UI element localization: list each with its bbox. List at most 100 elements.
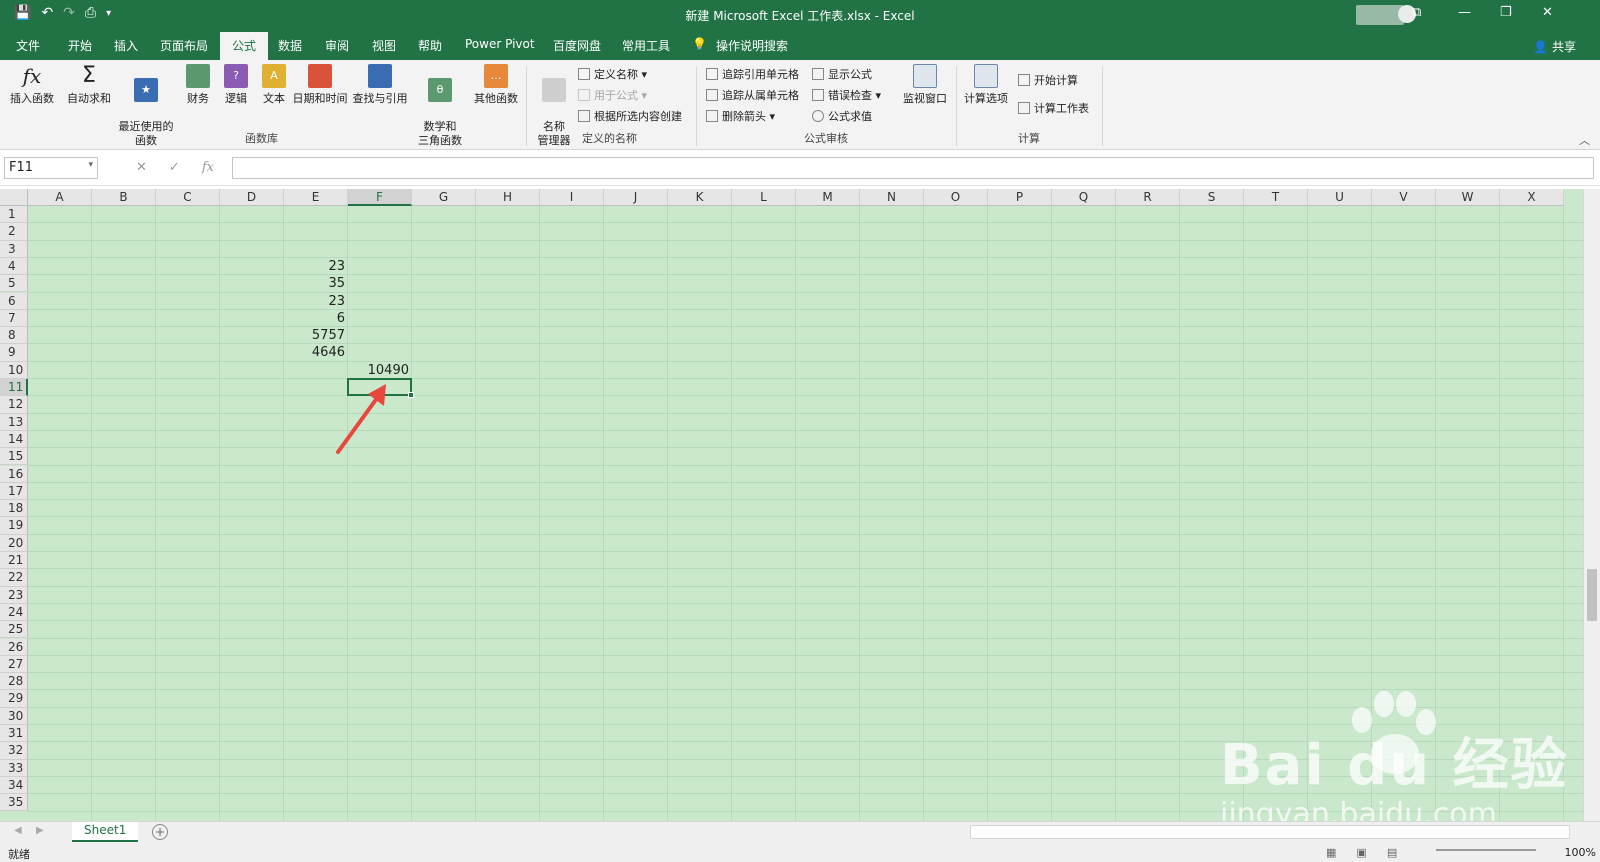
row-header-15[interactable]: 15 bbox=[0, 448, 28, 466]
row-header-18[interactable]: 18 bbox=[0, 500, 28, 518]
row-header-13[interactable]: 13 bbox=[0, 413, 28, 431]
tab-home[interactable]: 开始 bbox=[68, 37, 92, 54]
autosum-button[interactable]: Σ 自动求和 bbox=[64, 64, 114, 106]
define-name-button[interactable]: 定义名称 ▾ bbox=[578, 66, 647, 82]
select-all-corner[interactable] bbox=[0, 189, 28, 206]
tab-formulas[interactable]: 公式 bbox=[220, 32, 269, 60]
sheet-tab-sheet1[interactable]: Sheet1 bbox=[72, 822, 139, 842]
column-header-u[interactable]: U bbox=[1308, 189, 1372, 206]
show-formulas-button[interactable]: 显示公式 bbox=[812, 66, 872, 82]
name-box-dropdown-icon[interactable]: ▾ bbox=[88, 160, 93, 170]
share-button[interactable]: 👤 共享 bbox=[1533, 38, 1576, 55]
row-header-32[interactable]: 32 bbox=[0, 742, 28, 760]
column-header-h[interactable]: H bbox=[476, 189, 540, 206]
vertical-scrollbar[interactable] bbox=[1583, 189, 1600, 821]
row-header-29[interactable]: 29 bbox=[0, 690, 28, 708]
tab-help[interactable]: 帮助 bbox=[418, 37, 442, 54]
ribbon-display-options-icon[interactable]: ⧉ bbox=[1412, 5, 1421, 20]
column-header-v[interactable]: V bbox=[1372, 189, 1436, 206]
tab-data[interactable]: 数据 bbox=[278, 37, 302, 54]
sheet-scroll-right-icon[interactable]: ▶ bbox=[36, 825, 44, 836]
tab-page-layout[interactable]: 页面布局 bbox=[160, 37, 208, 54]
row-header-12[interactable]: 12 bbox=[0, 396, 28, 414]
trace-dependents-button[interactable]: 追踪从属单元格 bbox=[706, 87, 799, 103]
column-header-j[interactable]: J bbox=[604, 189, 668, 206]
collapse-ribbon-icon[interactable]: ︿ bbox=[1579, 132, 1590, 148]
row-header-5[interactable]: 5 bbox=[0, 275, 28, 293]
column-header-x[interactable]: X bbox=[1500, 189, 1564, 206]
tab-file[interactable]: 文件 bbox=[16, 37, 40, 54]
row-header-14[interactable]: 14 bbox=[0, 430, 28, 449]
row-header-7[interactable]: 7 bbox=[0, 309, 28, 328]
watch-window-button[interactable]: 监视窗口 bbox=[900, 64, 950, 106]
financial-button[interactable]: 财务 bbox=[180, 64, 216, 106]
cell-e4[interactable]: 23 bbox=[284, 258, 348, 275]
page-layout-view-icon[interactable]: ▣ bbox=[1356, 846, 1366, 859]
row-header-30[interactable]: 30 bbox=[0, 707, 28, 725]
close-icon[interactable]: ✕ bbox=[1542, 5, 1553, 20]
tab-insert[interactable]: 插入 bbox=[114, 37, 138, 54]
column-header-i[interactable]: I bbox=[540, 189, 604, 206]
name-manager-button[interactable]: 名称 管理器 bbox=[532, 64, 576, 148]
tab-baidu-netdisk[interactable]: 百度网盘 bbox=[553, 37, 601, 54]
sheet-scroll-left-icon[interactable]: ◀ bbox=[14, 825, 22, 836]
column-header-n[interactable]: N bbox=[860, 189, 924, 206]
column-header-f[interactable]: F bbox=[348, 189, 412, 206]
create-from-selection-button[interactable]: 根据所选内容创建 bbox=[578, 108, 682, 124]
tab-power-pivot[interactable]: Power Pivot bbox=[465, 37, 535, 51]
zoom-level[interactable]: 100% bbox=[1565, 846, 1596, 859]
formula-input[interactable] bbox=[232, 157, 1594, 179]
row-header-34[interactable]: 34 bbox=[0, 776, 28, 795]
column-header-q[interactable]: Q bbox=[1052, 189, 1116, 206]
calculate-sheet-button[interactable]: 计算工作表 bbox=[1018, 100, 1089, 116]
recently-used-button[interactable]: ★ 最近使用的 函数 bbox=[116, 64, 176, 148]
vertical-scroll-thumb[interactable] bbox=[1587, 569, 1597, 621]
row-header-3[interactable]: 3 bbox=[0, 240, 28, 258]
column-header-t[interactable]: T bbox=[1244, 189, 1308, 206]
row-header-33[interactable]: 33 bbox=[0, 759, 28, 777]
insert-function-button[interactable]: fx 插入函数 bbox=[8, 64, 56, 106]
cell-e7[interactable]: 6 bbox=[284, 310, 348, 327]
tab-view[interactable]: 视图 bbox=[372, 37, 396, 54]
column-header-b[interactable]: B bbox=[92, 189, 156, 206]
column-header-e[interactable]: E bbox=[284, 189, 348, 206]
normal-view-icon[interactable]: ▦ bbox=[1326, 846, 1336, 859]
cancel-icon[interactable]: ✕ bbox=[136, 160, 147, 175]
cell-f10[interactable]: 10490 bbox=[348, 362, 412, 379]
column-header-g[interactable]: G bbox=[412, 189, 476, 206]
row-header-21[interactable]: 21 bbox=[0, 552, 28, 570]
row-header-20[interactable]: 20 bbox=[0, 534, 28, 552]
cell-e9[interactable]: 4646 bbox=[284, 344, 348, 361]
row-header-9[interactable]: 9 bbox=[0, 344, 28, 362]
date-time-button[interactable]: 日期和时间 bbox=[290, 64, 350, 106]
row-header-28[interactable]: 28 bbox=[0, 673, 28, 691]
tab-review[interactable]: 审阅 bbox=[325, 37, 349, 54]
minimize-icon[interactable]: — bbox=[1458, 5, 1471, 20]
column-header-l[interactable]: L bbox=[732, 189, 796, 206]
trace-precedents-button[interactable]: 追踪引用单元格 bbox=[706, 66, 799, 82]
row-header-22[interactable]: 22 bbox=[0, 569, 28, 587]
cell-e8[interactable]: 5757 bbox=[284, 327, 348, 344]
column-header-s[interactable]: S bbox=[1180, 189, 1244, 206]
column-header-o[interactable]: O bbox=[924, 189, 988, 206]
row-header-8[interactable]: 8 bbox=[0, 327, 28, 345]
insert-function-icon[interactable]: fx bbox=[202, 160, 214, 175]
remove-arrows-button[interactable]: 删除箭头 ▾ bbox=[706, 108, 775, 124]
cell-e5[interactable]: 35 bbox=[284, 275, 348, 292]
row-header-19[interactable]: 19 bbox=[0, 517, 28, 535]
text-button[interactable]: A 文本 bbox=[256, 64, 292, 106]
tab-common-tools[interactable]: 常用工具 bbox=[622, 37, 670, 54]
column-header-c[interactable]: C bbox=[156, 189, 220, 206]
row-header-24[interactable]: 24 bbox=[0, 603, 28, 622]
error-checking-button[interactable]: 错误检查 ▾ bbox=[812, 87, 881, 103]
math-trig-button[interactable]: θ 数学和 三角函数 bbox=[412, 64, 468, 148]
row-header-11[interactable]: 11 bbox=[0, 379, 28, 397]
row-header-23[interactable]: 23 bbox=[0, 586, 28, 604]
row-header-25[interactable]: 25 bbox=[0, 621, 28, 639]
column-header-k[interactable]: K bbox=[668, 189, 732, 206]
use-in-formula-button[interactable]: 用于公式 ▾ bbox=[578, 87, 647, 103]
row-header-31[interactable]: 31 bbox=[0, 725, 28, 743]
row-header-2[interactable]: 2 bbox=[0, 223, 28, 241]
row-header-35[interactable]: 35 bbox=[0, 794, 28, 812]
row-header-10[interactable]: 10 bbox=[0, 361, 28, 379]
